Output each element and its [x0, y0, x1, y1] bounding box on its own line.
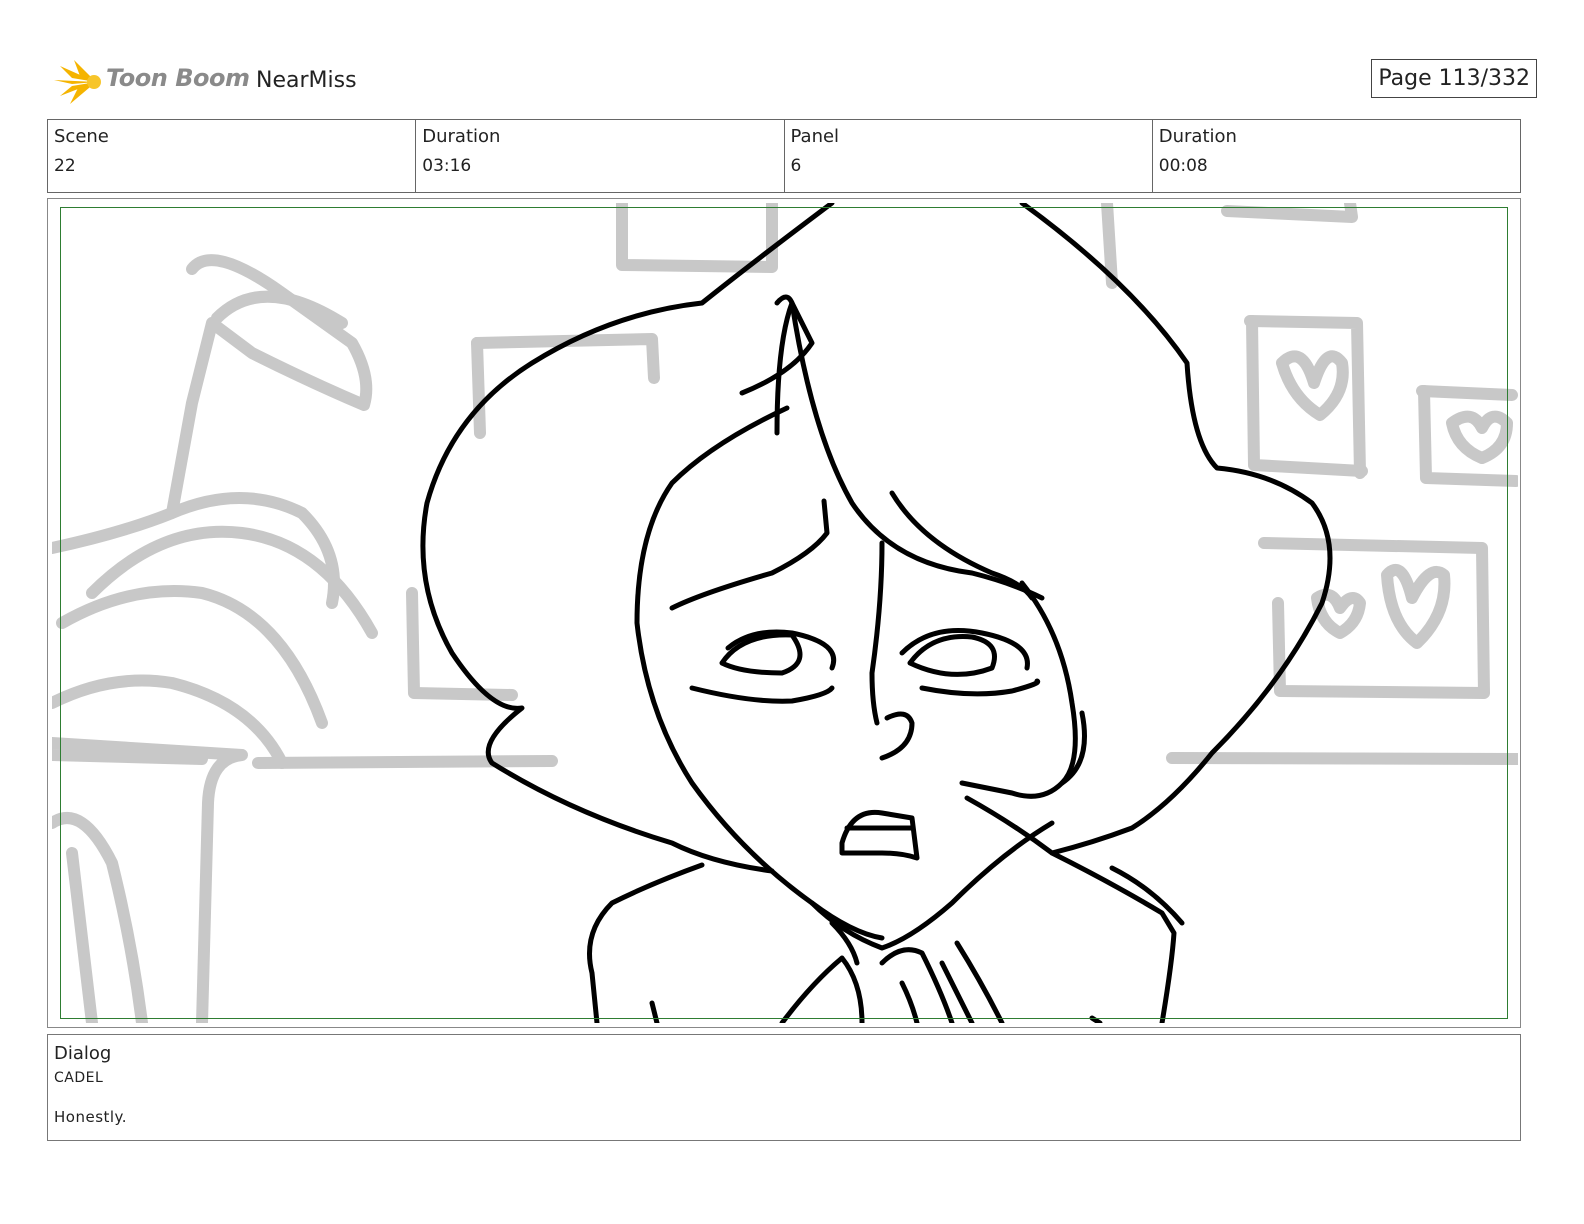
dialog-speaker: CADEL — [54, 1070, 104, 1086]
scene-value: 22 — [54, 156, 76, 176]
toon-boom-logo: Toon Boom — [52, 56, 252, 108]
page-counter: Page 113/332 — [1371, 59, 1537, 98]
panel-drawing — [52, 203, 1518, 1023]
scene-label: Scene — [54, 126, 109, 147]
scene-duration-label: Duration — [422, 126, 501, 147]
dialog-line: Honestly. — [54, 1108, 128, 1126]
character-sketch — [420, 203, 1333, 1023]
star-burst-icon — [54, 60, 101, 104]
storyboard-header: Toon Boom NearMiss Page 113/332 — [50, 56, 1537, 108]
scene-duration-value: 03:16 — [422, 156, 472, 176]
panel-value: 6 — [790, 156, 802, 176]
storyboard-panel — [47, 198, 1521, 1028]
dialog-box: Dialog CADEL Honestly. — [47, 1034, 1521, 1141]
panel-duration-cell: Duration 00:08 — [1153, 120, 1520, 192]
sketch-illustration — [52, 203, 1518, 1023]
panel-info-bar: Scene 22 Duration 03:16 Panel 6 Duration… — [47, 119, 1521, 193]
panel-duration-value: 00:08 — [1158, 156, 1208, 176]
panel-duration-label: Duration — [1158, 126, 1237, 147]
scene-cell: Scene 22 — [48, 120, 417, 192]
scene-duration-cell: Duration 03:16 — [416, 120, 785, 192]
brand-name: Toon Boom — [106, 64, 250, 92]
dialog-title: Dialog — [54, 1043, 112, 1064]
panel-cell: Panel 6 — [785, 120, 1153, 192]
project-name: NearMiss — [256, 68, 357, 93]
panel-label: Panel — [790, 126, 840, 147]
